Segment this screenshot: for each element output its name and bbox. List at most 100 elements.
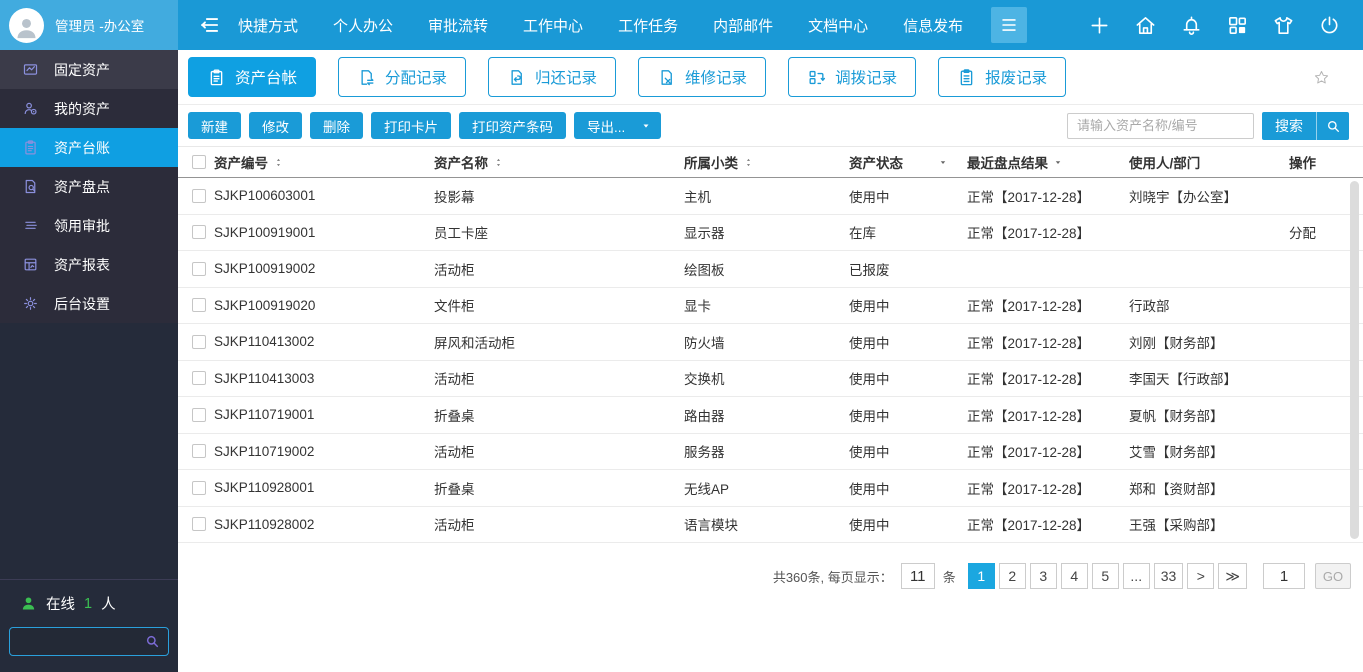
- cell-user: 李国天【行政部】: [1129, 372, 1237, 388]
- record-tab[interactable]: 归还记录: [488, 57, 617, 97]
- column-header-check-result[interactable]: 最近盘点结果: [967, 152, 1129, 172]
- stack-icon: [22, 217, 39, 234]
- cell-asset-name: 折叠桌: [434, 408, 475, 424]
- sidebar-item[interactable]: 后台设置: [0, 284, 178, 323]
- toolbar-button[interactable]: 打印卡片: [371, 112, 451, 139]
- nav-more-button[interactable]: [991, 7, 1028, 43]
- cell-check-result: 正常【2017-12-28】: [967, 408, 1091, 424]
- sort-icon[interactable]: [743, 156, 754, 169]
- table-row[interactable]: SJKP110719001 折叠桌 路由器 使用中 正常【2017-12-28】…: [178, 397, 1363, 434]
- cell-asset-name: 文件柜: [434, 299, 475, 315]
- record-tab[interactable]: 维修记录: [638, 57, 767, 97]
- topbar-nav-item[interactable]: 快捷方式: [238, 15, 298, 36]
- page-button[interactable]: 1: [967, 563, 995, 589]
- toolbar-button[interactable]: 新建: [188, 112, 241, 139]
- cell-user: 夏帆【财务部】: [1129, 408, 1224, 424]
- row-checkbox[interactable]: [192, 261, 206, 276]
- table-row[interactable]: SJKP110928002 活动柜 语言模块 使用中 正常【2017-12-28…: [178, 506, 1363, 543]
- topbar-nav-item[interactable]: 个人办公: [333, 15, 393, 36]
- clipboard-icon: [207, 68, 226, 87]
- page-button[interactable]: 2: [998, 563, 1026, 589]
- go-button[interactable]: GO: [1315, 563, 1351, 589]
- sidebar-item[interactable]: 资产盘点: [0, 167, 178, 206]
- sidebar-item[interactable]: 资产报表: [0, 245, 178, 284]
- sidebar-item[interactable]: 固定资产: [0, 50, 178, 89]
- row-checkbox[interactable]: [192, 298, 206, 313]
- online-suffix: 人: [101, 597, 116, 613]
- cell-category: 语言模块: [684, 518, 738, 534]
- row-checkbox[interactable]: [192, 225, 206, 240]
- row-checkbox[interactable]: [192, 334, 206, 349]
- topbar-nav-item[interactable]: 工作任务: [618, 15, 678, 36]
- topbar-nav-item[interactable]: 内部邮件: [713, 15, 773, 36]
- pagination: 共360条, 每页显示： 条 12345...33>≫ GO: [773, 563, 1351, 589]
- table-row[interactable]: SJKP100919001 员工卡座 显示器 在库 正常【2017-12-28】…: [178, 214, 1363, 251]
- table-row[interactable]: SJKP110719002 活动柜 服务器 使用中 正常【2017-12-28】…: [178, 433, 1363, 470]
- favorite-star-icon[interactable]: [1313, 69, 1330, 86]
- column-header-asset-id[interactable]: 资产编号: [214, 152, 434, 172]
- sidebar-item[interactable]: 我的资产: [0, 89, 178, 128]
- row-checkbox[interactable]: [192, 188, 206, 203]
- home-icon[interactable]: [1134, 14, 1157, 37]
- topbar-nav-item[interactable]: 信息发布: [903, 15, 963, 36]
- column-header-status[interactable]: 资产状态: [849, 152, 967, 172]
- record-tab[interactable]: 报废记录: [938, 57, 1067, 97]
- page-button[interactable]: 4: [1060, 563, 1088, 589]
- filter-caret-icon[interactable]: [1053, 158, 1063, 167]
- table-row[interactable]: SJKP110413003 活动柜 交换机 使用中 正常【2017-12-28】…: [178, 360, 1363, 397]
- cell-user: 郑和【资财部】: [1129, 481, 1224, 497]
- sidebar-item[interactable]: 领用审批: [0, 206, 178, 245]
- user-info[interactable]: 管理员 -办公室: [0, 0, 178, 50]
- topbar-nav-item[interactable]: 工作中心: [523, 15, 583, 36]
- row-checkbox[interactable]: [192, 407, 206, 422]
- shirt-icon[interactable]: [1272, 14, 1295, 37]
- page-button[interactable]: ≫: [1218, 563, 1247, 589]
- search-icon[interactable]: [144, 633, 160, 649]
- page-button[interactable]: 33: [1153, 563, 1184, 589]
- sort-icon[interactable]: [273, 156, 284, 169]
- power-icon[interactable]: [1318, 14, 1341, 37]
- page-button[interactable]: ...: [1122, 563, 1150, 589]
- topbar-nav-item[interactable]: 审批流转: [428, 15, 488, 36]
- table-row[interactable]: SJKP100919002 活动柜 绘图板 已报废: [178, 251, 1363, 288]
- column-header-asset-name[interactable]: 资产名称: [434, 152, 684, 172]
- cell-check-result: 正常【2017-12-28】: [967, 335, 1091, 351]
- table-scrollbar[interactable]: [1350, 181, 1359, 539]
- page-button[interactable]: 5: [1091, 563, 1119, 589]
- column-header-category[interactable]: 所属小类: [684, 152, 849, 172]
- row-checkbox[interactable]: [192, 444, 206, 459]
- sidebar-item[interactable]: 资产台账: [0, 128, 178, 167]
- topbar-nav-item[interactable]: 文档中心: [808, 15, 868, 36]
- search-button[interactable]: 搜索: [1262, 111, 1349, 140]
- plus-icon[interactable]: [1088, 14, 1111, 37]
- bell-icon[interactable]: [1180, 14, 1203, 37]
- sort-icon[interactable]: [493, 156, 504, 169]
- table-row[interactable]: SJKP110928001 折叠桌 无线AP 使用中 正常【2017-12-28…: [178, 470, 1363, 507]
- asset-management-app: 管理员 -办公室 快捷方式 个人办公 审批流转 工作中心 工作任务 内部邮件 文档中心 信息发…: [0, 0, 1363, 672]
- page-size-input[interactable]: [900, 563, 935, 589]
- toolbar-button[interactable]: 修改: [249, 112, 302, 139]
- toolbar-button[interactable]: 删除: [310, 112, 363, 139]
- record-tab[interactable]: 分配记录: [338, 57, 467, 97]
- filter-caret-icon[interactable]: [938, 158, 948, 167]
- toolbar-button[interactable]: 打印资产条码: [459, 112, 566, 139]
- grid-icon[interactable]: [1226, 14, 1249, 37]
- record-tab[interactable]: 资产台帐: [188, 57, 317, 97]
- select-all-checkbox[interactable]: [192, 155, 206, 169]
- sidebar: 固定资产 我的资产 资产台账 资产盘点 领用审批 资产报表 后台设置 在线 1 …: [0, 50, 178, 672]
- export-button[interactable]: 导出...: [574, 112, 662, 139]
- record-tab[interactable]: 调拨记录: [788, 57, 917, 97]
- goto-page-input[interactable]: [1263, 563, 1305, 589]
- menu-collapse-icon[interactable]: [196, 12, 222, 38]
- page-button[interactable]: 3: [1029, 563, 1057, 589]
- user-name: 管理员 -办公室: [55, 19, 145, 34]
- row-checkbox[interactable]: [192, 480, 206, 495]
- row-checkbox[interactable]: [192, 517, 206, 532]
- table-row[interactable]: SJKP100919020 文件柜 显卡 使用中 正常【2017-12-28】 …: [178, 287, 1363, 324]
- cell-action-link[interactable]: 分配: [1289, 222, 1341, 242]
- page-button[interactable]: >: [1187, 563, 1215, 589]
- row-checkbox[interactable]: [192, 371, 206, 386]
- table-row[interactable]: SJKP110413002 屏风和活动柜 防火墙 使用中 正常【2017-12-…: [178, 324, 1363, 361]
- table-row[interactable]: SJKP100603001 投影幕 主机 使用中 正常【2017-12-28】 …: [178, 178, 1363, 215]
- asset-search-input[interactable]: [1067, 112, 1254, 139]
